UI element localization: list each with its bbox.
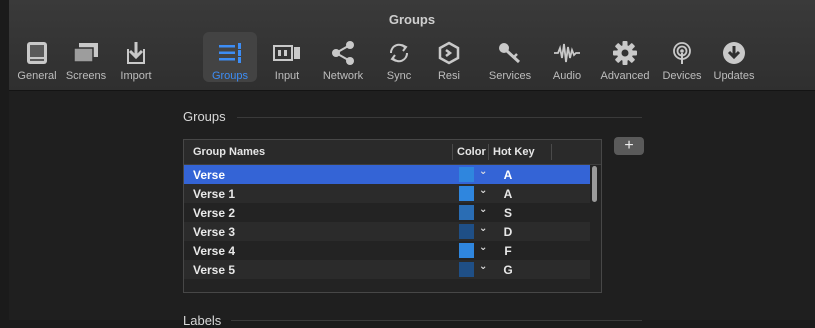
color-swatch[interactable] [459,186,474,201]
tab-groups[interactable]: Groups [203,32,257,82]
network-icon [328,39,358,67]
group-name-cell[interactable]: Verse 4 [193,244,235,258]
labels-section-divider [231,320,642,321]
chevron-down-icon[interactable]: ⌄ [479,261,487,272]
tab-resi[interactable]: Resi [429,32,469,82]
column-divider [551,144,552,160]
toolbar: Groups General Screens Import Groups Inp… [9,0,815,91]
tab-screens[interactable]: Screens [61,32,111,82]
column-header-hot-key[interactable]: Hot Key [493,146,535,158]
tab-input[interactable]: Input [267,32,307,82]
tab-screens-label: Screens [65,70,107,82]
tab-general[interactable]: General [15,32,59,82]
tab-import[interactable]: Import [114,32,158,82]
group-name-cell[interactable]: Verse 5 [193,263,235,277]
column-divider [488,144,489,160]
color-swatch[interactable] [459,243,474,258]
tab-network[interactable]: Network [317,32,369,82]
tab-import-label: Import [120,70,152,82]
table-scrollbar[interactable] [591,166,599,290]
table-row[interactable]: Verse 2 ⌄ S [184,203,590,222]
chevron-down-icon[interactable]: ⌄ [479,166,487,177]
chevron-down-icon[interactable]: ⌄ [479,223,487,234]
gear-icon [610,39,640,67]
import-icon [121,39,151,67]
hot-key-cell[interactable]: A [498,168,518,182]
color-swatch[interactable] [459,205,474,220]
groups-section-divider [237,117,642,118]
tab-services-label: Services [488,70,532,82]
screens-icon [71,39,101,67]
table-row[interactable]: Verse 4 ⌄ F [184,241,590,260]
table-row[interactable]: Verse 3 ⌄ D [184,222,590,241]
waveform-icon [552,39,582,67]
scrollbar-thumb[interactable] [592,166,597,202]
general-icon [22,39,52,67]
download-icon [719,39,749,67]
key-icon [495,39,525,67]
groups-icon [215,39,245,67]
color-swatch[interactable] [459,167,474,182]
groups-table-header: Group Names Color Hot Key [184,140,601,165]
tab-groups-label: Groups [211,70,249,82]
groups-section-title: Groups [183,109,226,124]
tab-devices[interactable]: Devices [659,32,705,82]
tab-network-label: Network [322,70,364,82]
table-row[interactable]: Verse 1 ⌄ A [184,184,590,203]
groups-pane: Groups Group Names Color Hot Key Verse ⌄… [9,91,815,328]
color-swatch[interactable] [459,262,474,277]
group-name-cell[interactable]: Verse 2 [193,206,235,220]
tab-advanced[interactable]: Advanced [597,32,653,82]
table-row[interactable]: Verse 5 ⌄ G [184,260,590,279]
column-divider [452,144,453,160]
table-row[interactable]: Verse ⌄ A [184,165,590,184]
add-group-button[interactable]: + [614,137,644,155]
tab-audio-label: Audio [552,70,582,82]
hot-key-cell[interactable]: F [498,244,518,258]
hot-key-cell[interactable]: A [498,187,518,201]
tab-sync[interactable]: Sync [379,32,419,82]
hot-key-cell[interactable]: D [498,225,518,239]
tab-devices-label: Devices [662,70,702,82]
tab-updates-label: Updates [713,70,755,82]
labels-section-title: Labels [183,313,222,328]
group-name-cell[interactable]: Verse 3 [193,225,235,239]
tab-resi-label: Resi [437,70,460,82]
chevron-down-icon[interactable]: ⌄ [479,204,487,215]
preferences-window: Groups General Screens Import Groups Inp… [0,0,815,328]
window-title: Groups [388,12,436,27]
group-name-cell[interactable]: Verse 1 [193,187,235,201]
tab-audio[interactable]: Audio [547,32,587,82]
group-name-cell[interactable]: Verse [193,168,225,182]
chevron-down-icon[interactable]: ⌄ [479,185,487,196]
broadcast-icon [667,39,697,67]
color-swatch[interactable] [459,224,474,239]
resi-icon [434,39,464,67]
sync-icon [384,39,414,67]
chevron-down-icon[interactable]: ⌄ [479,242,487,253]
tab-services[interactable]: Services [483,32,537,82]
tab-advanced-label: Advanced [600,70,650,82]
column-header-group-names[interactable]: Group Names [193,146,265,158]
groups-table[interactable]: Group Names Color Hot Key Verse ⌄ A Vers… [183,139,602,293]
tab-general-label: General [17,70,57,82]
tab-sync-label: Sync [386,70,412,82]
column-header-color[interactable]: Color [457,146,486,158]
hot-key-cell[interactable]: G [498,263,518,277]
tab-input-label: Input [274,70,300,82]
hot-key-cell[interactable]: S [498,206,518,220]
tab-updates[interactable]: Updates [709,32,759,82]
input-icon [272,39,302,67]
